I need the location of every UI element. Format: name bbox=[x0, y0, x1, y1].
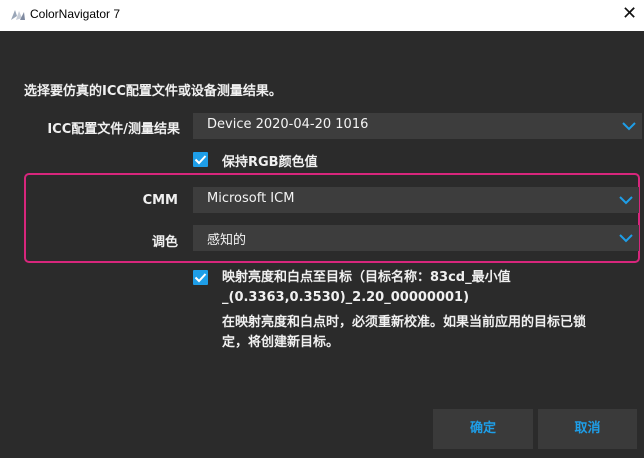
profile-value: Device 2020-04-20 1016 bbox=[207, 117, 369, 132]
keep-rgb-label: 保持RGB颜色值 bbox=[222, 155, 318, 170]
cancel-button[interactable]: 取消 bbox=[538, 409, 637, 449]
chevron-down-icon bbox=[619, 196, 633, 205]
chevron-down-icon bbox=[619, 234, 633, 243]
profile-dropdown[interactable]: Device 2020-04-20 1016 bbox=[193, 113, 642, 139]
title-bar: ColorNavigator 7 ✕ bbox=[0, 0, 644, 31]
window-title: ColorNavigator 7 bbox=[30, 7, 121, 21]
cmm-dropdown[interactable]: Microsoft ICM bbox=[193, 187, 639, 213]
intent-value: 感知的 bbox=[207, 233, 247, 248]
ok-button[interactable]: 确定 bbox=[433, 409, 533, 449]
checkmark-icon bbox=[194, 155, 207, 165]
intent-dropdown[interactable]: 感知的 bbox=[193, 225, 639, 251]
instruction-text: 选择要仿真的ICC配置文件或设备测量结果。 bbox=[24, 84, 282, 99]
intent-label: 调色 bbox=[151, 235, 178, 250]
cmm-label: CMM bbox=[142, 193, 178, 208]
recalibration-note: 在映射亮度和白点时，必须重新校准。如果当前应用的目标已锁 bbox=[222, 315, 587, 330]
recalibration-note-cont: 定，将创建新目标。 bbox=[222, 335, 340, 350]
profile-label: ICC配置文件/测量结果 bbox=[47, 122, 180, 137]
checkmark-icon bbox=[194, 273, 207, 283]
map-target-label-cont: _(0.3363,0.3530)_2.20_00000001) bbox=[222, 290, 470, 305]
map-target-checkbox[interactable] bbox=[193, 270, 208, 285]
cmm-value: Microsoft ICM bbox=[207, 191, 295, 206]
chevron-down-icon bbox=[622, 122, 636, 131]
map-target-label: 映射亮度和白点至目标（目标名称：83cd_最小值 bbox=[222, 270, 511, 285]
close-icon[interactable]: ✕ bbox=[622, 4, 637, 24]
keep-rgb-checkbox[interactable] bbox=[193, 152, 208, 167]
app-icon bbox=[11, 10, 25, 20]
